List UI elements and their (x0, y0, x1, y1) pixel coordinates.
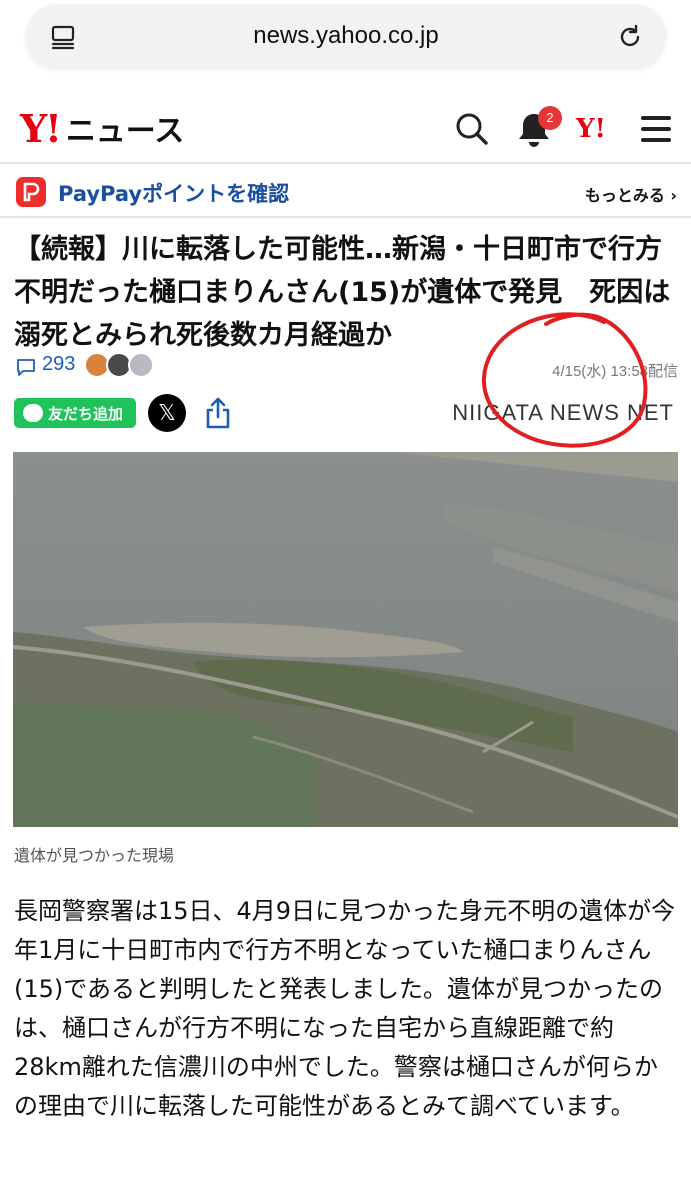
yahoo-logo-mark: Y! (20, 105, 62, 151)
chevron-right-icon: › (670, 186, 677, 205)
paypay-icon (16, 177, 46, 207)
menu-icon[interactable] (640, 114, 672, 144)
address-bar[interactable]: news.yahoo.co.jp (26, 4, 666, 68)
aerial-river-photo (13, 452, 678, 827)
comment-icon[interactable] (16, 357, 36, 377)
yahoo-news-logo[interactable]: Y! ニュース (20, 105, 185, 151)
line-add-friend-button[interactable]: 友だち追加 (14, 398, 136, 428)
commenter-avatars[interactable] (84, 352, 164, 380)
x-share-icon[interactable]: 𝕏 (148, 394, 186, 432)
line-icon (23, 404, 43, 422)
paypay-label[interactable]: PayPayポイントを確認 (58, 178, 289, 208)
more-link-label: もっとみる (584, 186, 665, 205)
article-meta: 293 4/15(水) 13:58配信 (14, 352, 678, 382)
url-text[interactable]: news.yahoo.co.jp (26, 22, 666, 50)
notification-badge: 2 (538, 106, 562, 130)
article-headline: 【続報】川に転落した可能性…新潟・十日町市で行方不明だった樋口まりんさん(15)… (14, 234, 671, 351)
site-header: Y! ニュース Y! (0, 98, 691, 164)
article-body: 長岡警察署は15日、4月9日に見つかった身元不明の遺体が今年1月に十日町市内で行… (14, 897, 676, 1120)
share-icon[interactable] (204, 396, 232, 430)
paypay-points-bar[interactable]: PayPayポイントを確認 もっとみる › (0, 166, 691, 218)
news-logo-text: ニュース (65, 114, 185, 149)
source-logo[interactable]: NIIGATA NEWS NET (452, 400, 674, 426)
avatar (128, 352, 154, 378)
article-photo[interactable] (13, 452, 678, 827)
photo-caption: 遺体が見つかった現場 (14, 846, 175, 865)
line-button-label: 友だち追加 (48, 405, 124, 423)
browser-toolbar: news.yahoo.co.jp (0, 0, 691, 90)
search-icon[interactable] (455, 112, 489, 146)
reload-icon[interactable] (616, 23, 644, 51)
comment-count[interactable]: 293 (42, 353, 75, 376)
share-row: 友だち追加 𝕏 NIIGATA NEWS NET (14, 394, 678, 434)
yahoo-top-link-icon[interactable]: Y! (576, 114, 606, 144)
published-date: 4/15(水) 13:58配信 (552, 363, 678, 380)
more-link[interactable]: もっとみる › (585, 182, 677, 206)
